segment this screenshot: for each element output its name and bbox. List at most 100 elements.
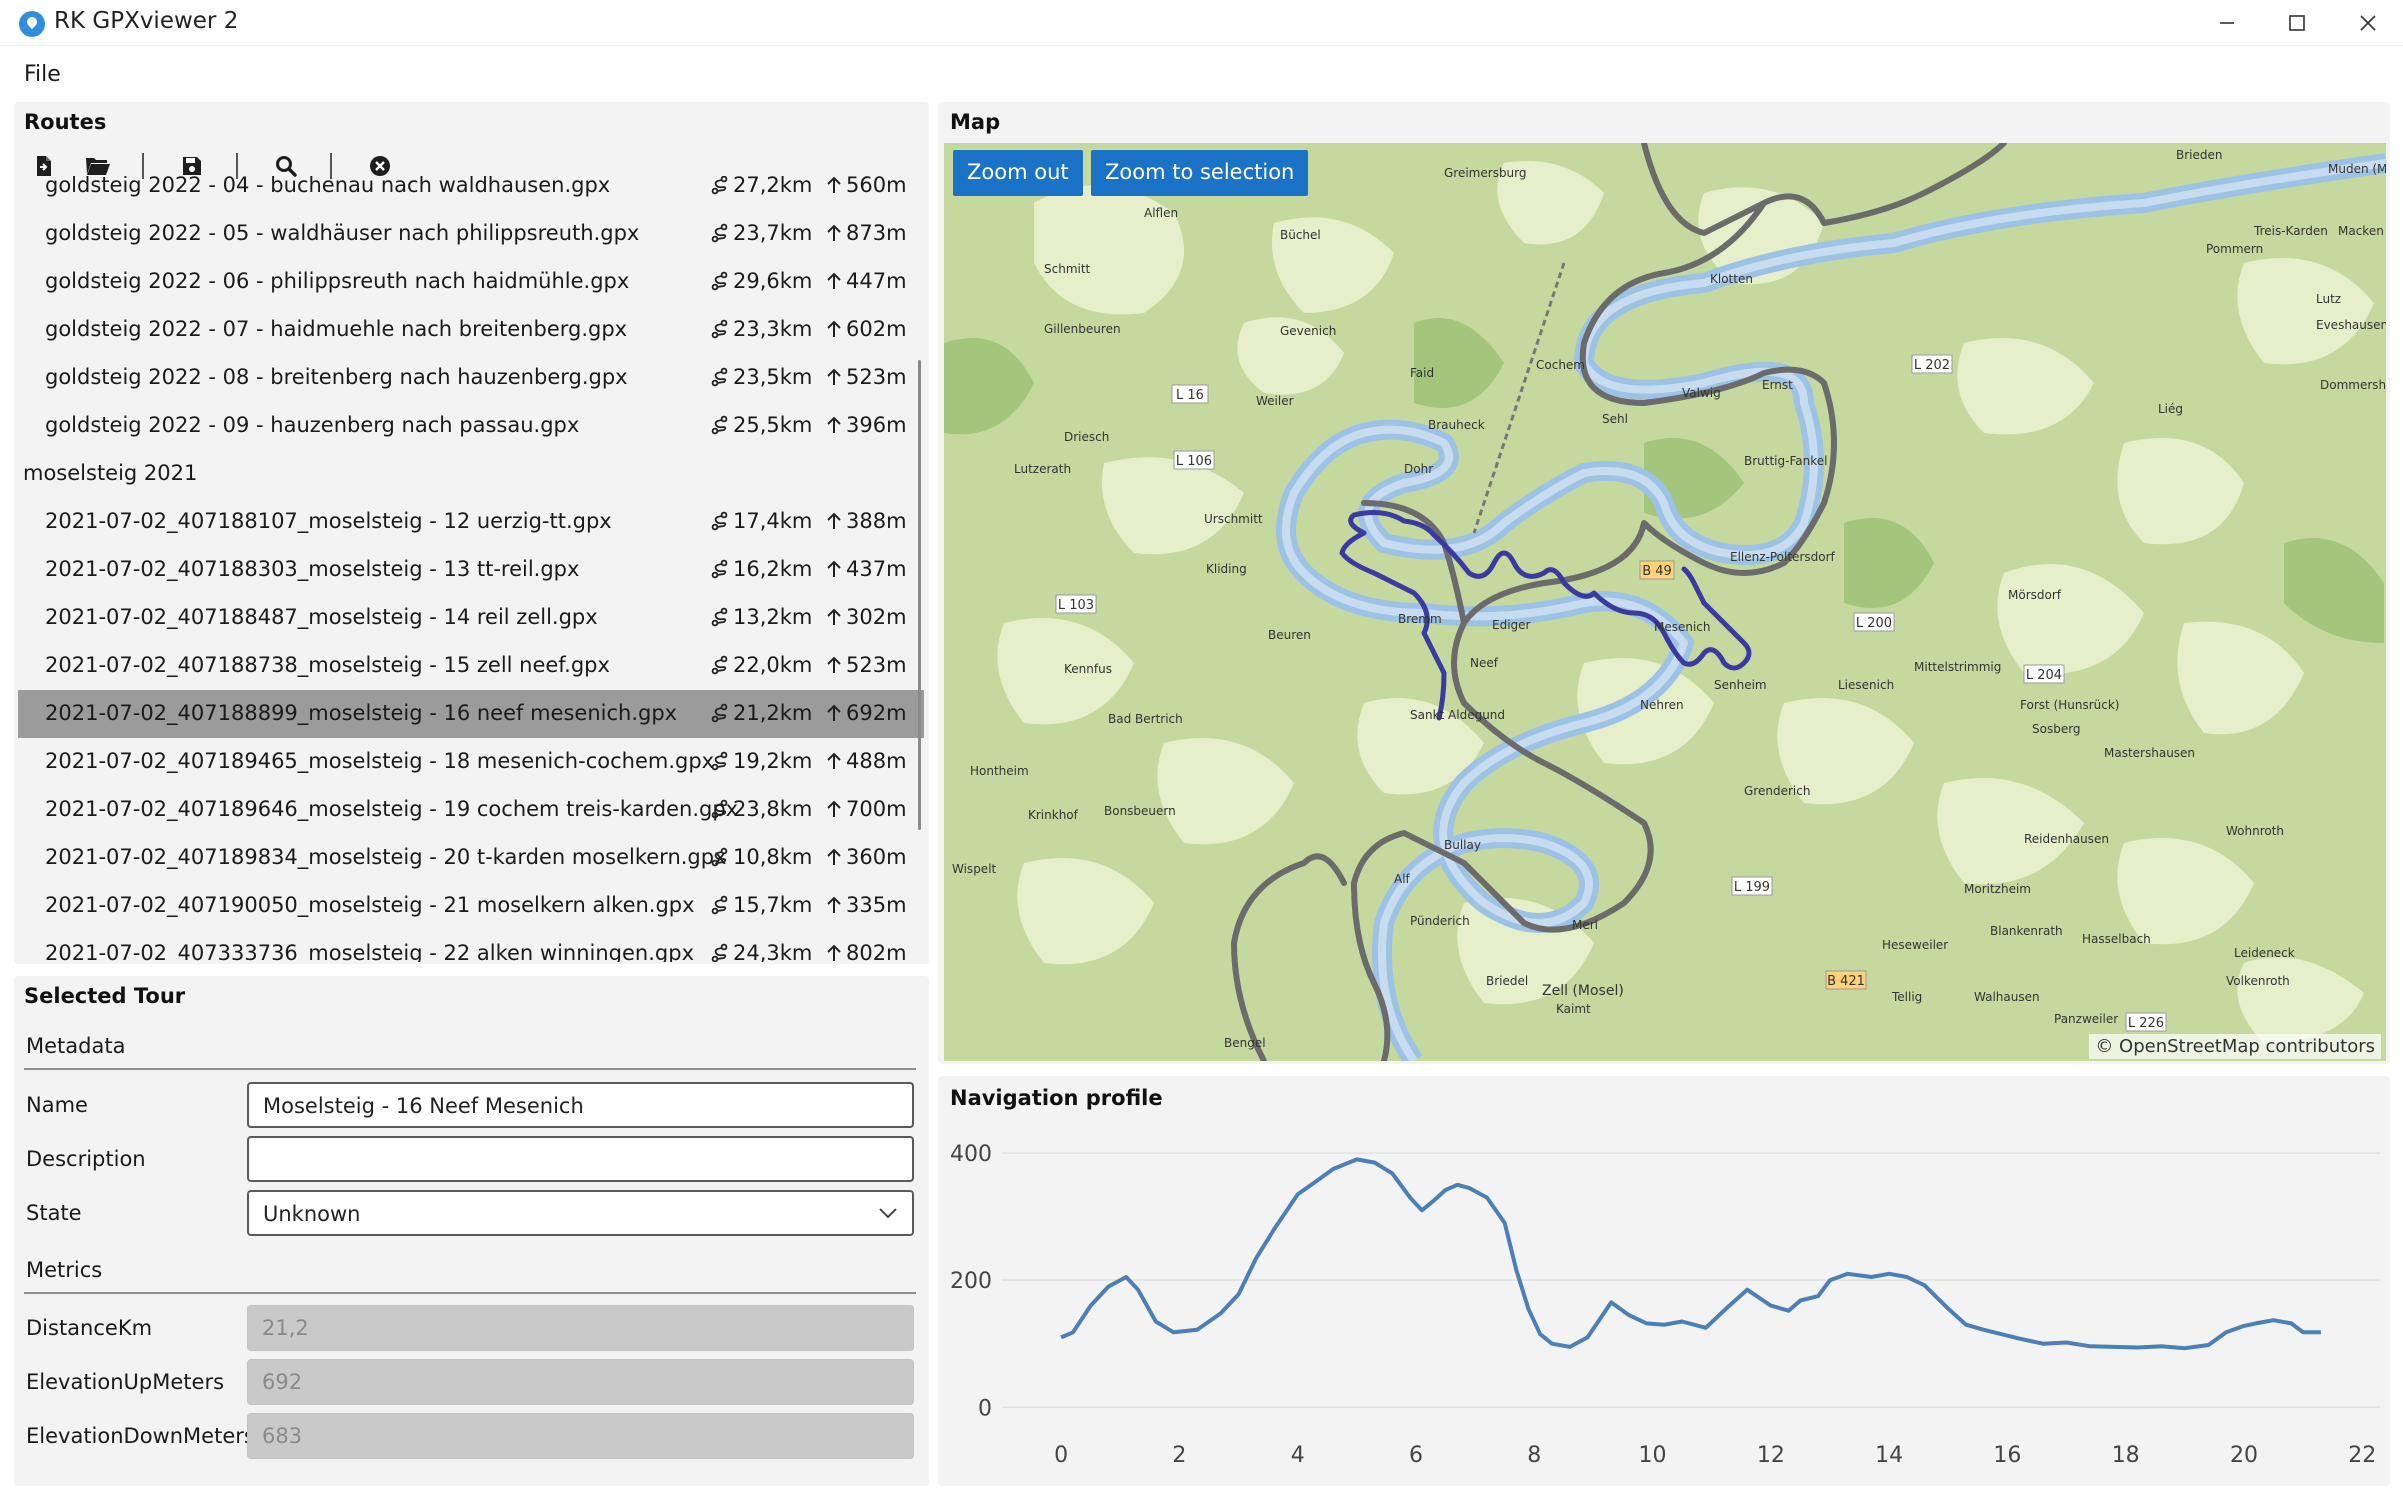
place-label: Faid [1410, 366, 1434, 380]
route-distance: 13,2km [710, 605, 812, 629]
route-row[interactable]: goldsteig 2022 - 07 - haidmuehle nach br… [18, 306, 924, 354]
place-label: Pommern [2206, 242, 2263, 256]
x-tick-label: 12 [1757, 1443, 1785, 1468]
description-field[interactable] [247, 1136, 914, 1182]
routes-list[interactable]: goldsteig 2022 - 04 - buchenau nach wald… [18, 176, 924, 962]
map-title: Map [950, 110, 1001, 134]
route-icon [711, 271, 728, 291]
close-window-button[interactable] [2333, 0, 2403, 46]
route-distance: 24,3km [710, 941, 812, 962]
route-elevation: 335m [826, 893, 907, 917]
route-row[interactable]: 2021-07-02_407189465_moselsteig - 18 mes… [18, 738, 924, 786]
route-name: goldsteig 2022 - 08 - breitenberg nach h… [45, 365, 628, 389]
route-distance-value: 17,4km [733, 509, 813, 533]
route-row[interactable]: goldsteig 2022 - 04 - buchenau nach wald… [18, 176, 924, 210]
route-icon [711, 319, 728, 339]
route-elevation: 488m [826, 749, 907, 773]
window-title: RK GPXviewer 2 [54, 8, 239, 34]
maximize-button[interactable] [2262, 0, 2332, 46]
route-distance: 21,2km [710, 701, 812, 725]
x-tick-label: 14 [1875, 1443, 1903, 1468]
route-distance-value: 22,0km [733, 653, 813, 677]
arrow-up-icon [827, 752, 841, 769]
route-row[interactable]: goldsteig 2022 - 06 - philippsreuth nach… [18, 258, 924, 306]
route-row[interactable]: 2021-07-02_407188107_moselsteig - 12 uer… [18, 498, 924, 546]
route-distance: 16,2km [710, 557, 812, 581]
place-label: Wohnroth [2226, 824, 2284, 838]
elevation-series-line [1060, 1157, 2321, 1351]
route-elevation: 447m [826, 269, 907, 293]
place-label: Zell (Mosel) [1542, 983, 1624, 999]
place-label: Dommershausen [2320, 378, 2386, 392]
routes-scrollbar[interactable] [918, 360, 921, 830]
zoom-to-selection-button[interactable]: Zoom to selection [1091, 150, 1309, 196]
route-row[interactable]: 2021-07-02_407188487_moselsteig - 14 rei… [18, 594, 924, 642]
route-distance-value: 23,7km [733, 221, 813, 245]
route-elevation: 700m [826, 797, 907, 821]
elevation-up-label: ElevationUpMeters [26, 1370, 225, 1394]
arrow-up-icon [827, 896, 841, 913]
map-view[interactable]: L 16 L 106 L 202 B 49 L 103 L 200 L 204 … [944, 143, 2386, 1061]
route-name: 2021-07-02_407188487_moselsteig - 14 rei… [45, 605, 598, 629]
place-label: Urschmitt [1204, 512, 1263, 526]
distance-field: 21,2 [247, 1305, 914, 1351]
elevation-up-field-value: 692 [262, 1370, 303, 1394]
route-elevation: 437m [826, 557, 907, 581]
place-label: Pünderich [1410, 914, 1470, 928]
route-distance: 15,7km [710, 893, 812, 917]
route-distance: 22,0km [710, 653, 812, 677]
place-label: Tellig [1891, 990, 1922, 1004]
distance-label: DistanceKm [26, 1316, 153, 1340]
place-label: Hasselbach [2082, 932, 2151, 946]
place-label: Mörsdorf [2008, 588, 2062, 602]
name-field-value: Moselsteig - 16 Neef Mesenich [263, 1094, 584, 1118]
place-label: Alflen [1144, 206, 1178, 220]
minimize-button[interactable] [2192, 0, 2262, 46]
place-label: Weiler [1256, 394, 1294, 408]
app-logo-icon [19, 11, 45, 37]
elevation-chart: 0 200 400 0 2 4 6 8 10 12 14 16 18 20 22 [950, 1142, 2380, 1468]
route-row[interactable]: 2021-07-02_407188303_moselsteig - 13 tt-… [18, 546, 924, 594]
route-icon [711, 751, 728, 771]
arrow-up-icon [827, 368, 841, 385]
route-name: 2021-07-02_407190050_moselsteig - 21 mos… [45, 893, 695, 917]
arrow-up-icon [827, 416, 841, 433]
route-row[interactable]: 2021-07-02_407189834_moselsteig - 20 t-k… [18, 834, 924, 882]
place-label: Driesch [1064, 430, 1109, 444]
map-canvas[interactable]: L 16 L 106 L 202 B 49 L 103 L 200 L 204 … [944, 143, 2386, 1061]
route-elevation-value: 523m [846, 365, 907, 389]
elevation-down-field-value: 683 [262, 1424, 303, 1448]
route-icon [711, 943, 728, 962]
route-distance: 27,2km [710, 176, 812, 197]
route-row[interactable]: goldsteig 2022 - 05 - waldhäuser nach ph… [18, 210, 924, 258]
state-select[interactable]: Unknown [247, 1190, 914, 1236]
route-row[interactable]: 2021-07-02_407189646_moselsteig - 19 coc… [18, 786, 924, 834]
route-row[interactable]: 2021-07-02_407188899_moselsteig - 16 nee… [18, 690, 924, 738]
route-row[interactable]: goldsteig 2022 - 08 - breitenberg nach h… [18, 354, 924, 402]
route-row[interactable]: goldsteig 2022 - 09 - hauzenberg nach pa… [18, 402, 924, 450]
nav-profile-title: Navigation profile [950, 1086, 1163, 1110]
route-group-header[interactable]: moselsteig 2021 [18, 450, 924, 498]
route-row[interactable]: 2021-07-02_407190050_moselsteig - 21 mos… [18, 882, 924, 930]
name-field[interactable]: Moselsteig - 16 Neef Mesenich [247, 1082, 914, 1128]
state-select-value: Unknown [263, 1202, 361, 1226]
name-label: Name [26, 1093, 88, 1117]
route-row[interactable]: 2021-07-02_407333736_moselsteig - 22 alk… [18, 930, 924, 962]
road-label: L 16 [1176, 388, 1204, 403]
place-label: Macken [2338, 224, 2384, 238]
road-label: B 421 [1827, 974, 1865, 989]
route-distance-value: 23,8km [733, 797, 813, 821]
route-distance-value: 10,8km [733, 845, 813, 869]
import-icon [37, 156, 51, 176]
route-elevation-value: 396m [846, 413, 907, 437]
menu-file[interactable]: File [24, 62, 61, 87]
zoom-out-button[interactable]: Zoom out [953, 150, 1083, 196]
x-tick-label: 16 [1993, 1443, 2021, 1468]
road-label: L 202 [1914, 358, 1950, 373]
route-elevation-value: 873m [846, 221, 907, 245]
route-row[interactable]: 2021-07-02_407188738_moselsteig - 15 zel… [18, 642, 924, 690]
place-label: Gillenbeuren [1044, 322, 1121, 336]
place-label: Moritzheim [1964, 882, 2031, 896]
road-label: L 200 [1856, 616, 1892, 631]
place-label: Treis-Karden [2253, 224, 2328, 238]
